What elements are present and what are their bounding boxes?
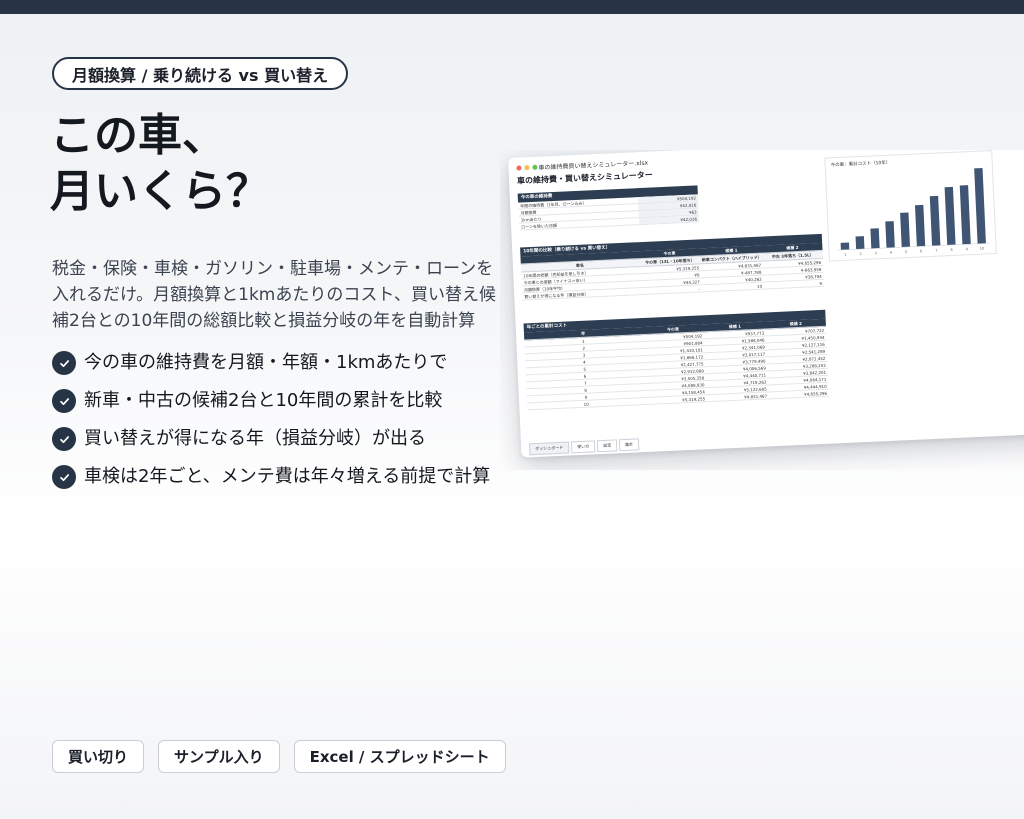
feature-item: 買い替えが得になる年（損益分岐）が出る xyxy=(52,426,504,452)
sheet-tabs: ダッシュボード 使い方 設定 集計 xyxy=(528,438,641,456)
chart-bar xyxy=(870,228,880,249)
feature-text: 買い替えが得になる年（損益分岐）が出る xyxy=(84,428,426,449)
chart-bar xyxy=(959,185,971,245)
sheet-tab[interactable]: ダッシュボード xyxy=(528,441,570,456)
chart-bar xyxy=(885,221,895,248)
check-circle-icon xyxy=(52,351,76,375)
chart-bar xyxy=(840,242,850,250)
chart-bar xyxy=(974,168,986,244)
check-glyph xyxy=(59,473,69,481)
table-cell: ¥4,655,296 xyxy=(804,390,828,397)
check-glyph xyxy=(59,359,69,367)
tag-badge: Excel / スプレッドシート xyxy=(293,740,506,773)
chart-tick-label: 8 xyxy=(950,248,952,252)
top-bar xyxy=(0,0,1024,14)
chart-tick-label: 4 xyxy=(890,251,893,255)
current-cost-block: 今の車の維持費 年間の維持費（1年目、ローン込み） ¥504,192 月額換算 ¥42… xyxy=(517,185,700,231)
check-glyph xyxy=(59,435,69,443)
window-controls xyxy=(516,164,540,171)
chart-tick-label: 6 xyxy=(920,249,922,253)
spreadsheet-window: 車の維持費買い替えシミュレーター.xlsx 車の維持費・買い替えシミュレーター … xyxy=(508,150,1024,458)
minimize-dot-icon xyxy=(524,165,530,171)
chart-tick-label: 3 xyxy=(875,251,877,255)
page-title-line-2: 月いくら？ xyxy=(50,166,270,217)
chart-bar xyxy=(944,186,956,246)
check-circle-icon xyxy=(52,427,76,451)
feature-item: 今の車の維持費を月額・年額・1kmあたりで xyxy=(52,350,504,376)
tag-badge: 買い切り xyxy=(52,740,145,773)
chart-bar xyxy=(914,204,926,247)
chart-tick-label: 7 xyxy=(935,249,937,253)
feature-list: 今の車の維持費を月額・年額・1kmあたりで 新車・中古の候補2台と10年間の累計を… xyxy=(52,350,504,502)
maximize-dot-icon xyxy=(532,164,538,170)
chart-tick-label: 10 xyxy=(980,246,985,250)
chart-tick-label: 1 xyxy=(844,253,846,257)
description: 税金・保険・車検・ガソリン・駐車場・メンテ・ローンを入れるだけ。月額換算と1km… xyxy=(52,259,497,331)
spreadsheet-preview: 車の維持費買い替えシミュレーター.xlsx 車の維持費・買い替えシミュレーター … xyxy=(500,150,1024,470)
category-pill: 月額換算 / 乗り続ける vs 買い替え xyxy=(52,57,349,90)
chart-bar xyxy=(855,236,865,250)
tag-list: 買い切り サンプル入り Excel / スプレッドシート xyxy=(52,740,520,773)
feature-text: 車検は2年ごと、メンテ費は年々増える前提で計算 xyxy=(84,466,491,487)
sheet-title: 車の維持費・買い替えシミュレーター xyxy=(516,170,653,186)
close-dot-icon xyxy=(516,165,522,171)
feature-item: 車検は2年ごと、メンテ費は年々増える前提で計算 xyxy=(52,464,504,490)
table-cell: 9 xyxy=(819,280,823,286)
cumulative-cost-chart: 今の車：累計コスト（10年） 1 2 3 4 5 6 7 8 9 10 xyxy=(824,150,997,262)
sheet-tab[interactable]: 設定 xyxy=(596,439,618,453)
tag-badge: サンプル入り xyxy=(158,740,280,773)
check-circle-icon xyxy=(52,465,76,489)
chart-canvas: 1 2 3 4 5 6 7 8 9 10 xyxy=(837,168,990,257)
feature-text: 今の車の維持費を月額・年額・1kmあたりで xyxy=(84,352,448,373)
chart-tick-label: 2 xyxy=(859,252,861,256)
row-value: ¥42,016 xyxy=(638,215,700,225)
feature-text: 新車・中古の候補2台と10年間の累計を比較 xyxy=(84,390,443,411)
chart-bar xyxy=(929,195,941,246)
yearly-block: 年ごとの累計コスト 年今の車 候補 1 候補 2 1 ¥504,192 ¥937,773… xyxy=(523,309,830,411)
chart-bar xyxy=(900,212,911,248)
compare-block: 10年間の比較（乗り続ける vs 買い替え） 今の車 候補 1 候補 2 車名 今の車… xyxy=(520,233,825,301)
chart-tick-label: 5 xyxy=(905,250,907,254)
sheet-tab[interactable]: 集計 xyxy=(618,438,640,452)
check-glyph xyxy=(59,397,69,405)
feature-item: 新車・中古の候補2台と10年間の累計を比較 xyxy=(52,388,504,414)
page-title-line-1: この車、 xyxy=(50,110,226,161)
page-title: この車、 月いくら？ xyxy=(50,108,270,220)
chart-tick-label: 9 xyxy=(966,247,968,251)
check-circle-icon xyxy=(52,389,76,413)
sheet-tab[interactable]: 使い方 xyxy=(570,440,596,454)
